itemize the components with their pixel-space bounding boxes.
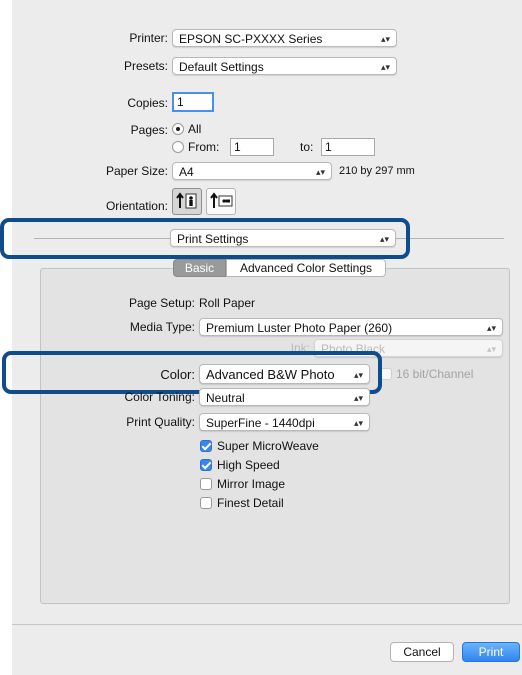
popup-arrows-icon: ▴▾ <box>353 393 363 403</box>
popup-arrows-icon: ▴▾ <box>353 418 363 428</box>
printer-value: EPSON SC-PXXXX Series <box>179 32 323 46</box>
landscape-orientation-icon <box>210 192 233 208</box>
popup-arrows-icon: ▴▾ <box>486 344 496 354</box>
printer-popup[interactable]: EPSON SC-PXXXX Series ▴▾ <box>172 29 397 47</box>
high-speed-checkbox[interactable] <box>200 459 212 471</box>
pages-from-field[interactable]: 1 <box>230 138 274 156</box>
orientation-label: Orientation: <box>105 199 168 213</box>
portrait-orientation-icon <box>176 192 197 209</box>
tab-advanced-color-settings[interactable]: Advanced Color Settings <box>226 259 386 277</box>
cancel-button[interactable]: Cancel <box>390 642 454 662</box>
pages-all-radio[interactable] <box>172 123 184 135</box>
popup-arrows-icon: ▴▾ <box>486 323 496 333</box>
print-button[interactable]: Print <box>462 642 520 662</box>
paper-size-label: Paper Size: <box>105 164 168 178</box>
mirror-image-checkbox[interactable] <box>200 478 212 490</box>
popup-arrows-icon: ▴▾ <box>380 62 390 72</box>
super-microweave-label: Super MicroWeave <box>217 439 319 453</box>
pages-from-label: From: <box>188 140 220 154</box>
presets-label: Presets: <box>123 59 168 73</box>
color-toning-popup[interactable]: Neutral ▴▾ <box>199 388 370 406</box>
paper-dimensions: 210 by 297 mm <box>339 165 415 177</box>
color-toning-value: Neutral <box>206 391 245 405</box>
presets-popup[interactable]: Default Settings ▴▾ <box>172 57 397 75</box>
pages-all-label: All <box>188 122 202 136</box>
printer-label: Printer: <box>129 31 168 45</box>
page-setup-value: Roll Paper <box>199 296 256 310</box>
finest-detail-checkbox[interactable] <box>200 497 212 509</box>
finest-detail-label: Finest Detail <box>217 496 284 510</box>
copies-field[interactable]: 1 <box>172 92 214 112</box>
tab-basic-label: Basic <box>184 261 215 275</box>
pages-to-field[interactable]: 1 <box>321 138 375 156</box>
popup-arrows-icon: ▴▾ <box>380 34 390 44</box>
section-highlight <box>0 218 410 259</box>
copies-label: Copies: <box>127 96 168 110</box>
mirror-image-label: Mirror Image <box>217 477 286 491</box>
tab-basic[interactable]: Basic <box>173 259 226 277</box>
color-toning-label: Color Toning: <box>124 390 196 404</box>
media-type-popup[interactable]: Premium Luster Photo Paper (260) ▴▾ <box>199 318 503 336</box>
pages-from-radio[interactable] <box>172 141 184 153</box>
page-setup-label: Page Setup: <box>128 296 195 310</box>
super-microweave-checkbox[interactable] <box>200 440 212 452</box>
bit-label: 16 bit/Channel <box>396 367 474 381</box>
pages-to-label: to: <box>300 140 314 154</box>
tab-advanced-color-label: Advanced Color Settings <box>239 261 373 275</box>
paper-size-popup[interactable]: A4 ▴▾ <box>172 162 332 180</box>
high-speed-label: High Speed <box>217 458 280 472</box>
print-quality-popup[interactable]: SuperFine - 1440dpi ▴▾ <box>199 413 370 431</box>
print-quality-label: Print Quality: <box>126 415 195 429</box>
portrait-orientation-button[interactable] <box>172 188 202 215</box>
media-type-value: Premium Luster Photo Paper (260) <box>206 321 393 335</box>
presets-value: Default Settings <box>179 60 264 74</box>
landscape-orientation-button[interactable] <box>206 188 236 215</box>
bottom-divider <box>12 624 522 625</box>
media-type-label: Media Type: <box>129 320 195 334</box>
popup-arrows-icon: ▴▾ <box>315 167 325 177</box>
paper-size-value: A4 <box>179 165 194 179</box>
print-quality-value: SuperFine - 1440dpi <box>206 416 315 430</box>
pages-label: Pages: <box>130 123 168 137</box>
